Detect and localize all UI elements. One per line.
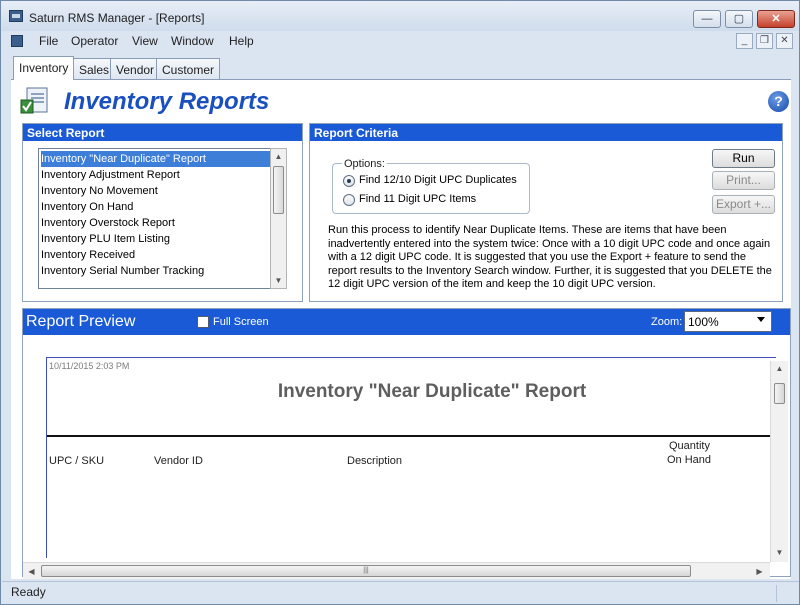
tab-inventory[interactable]: Inventory [13,56,75,80]
preview-canvas[interactable]: 10/11/2015 2:03 PM Inventory "Near Dupli… [23,335,790,579]
app-window: Saturn RMS Manager - [Reports] — ▢ ✕ Fil… [0,0,800,605]
list-item[interactable]: Inventory No Movement [41,183,270,199]
column-header-description: Description [347,455,403,467]
report-criteria-panel: Report Criteria Options: Find 12/10 Digi… [309,123,783,302]
report-list[interactable]: Inventory "Near Duplicate" Report Invent… [38,148,287,289]
report-description: Run this process to identify Near Duplic… [328,224,772,290]
tab-sales[interactable]: Sales [73,58,116,79]
column-header-upc: UPC / SKU [49,455,105,467]
full-screen-checkbox[interactable] [197,316,209,328]
report-title: Inventory "Near Duplicate" Report [277,381,587,402]
mdi-minimize-button[interactable]: _ [736,33,753,49]
scroll-left-icon[interactable]: ◀ [24,564,39,579]
list-item[interactable]: Inventory Received [41,247,270,263]
preview-title: Report Preview [26,313,136,330]
mdi-restore-button[interactable]: ❐ [756,33,773,49]
report-header-rule [47,435,777,437]
page-title: Inventory Reports [64,88,270,115]
run-button[interactable]: Run [712,149,775,168]
report-timestamp: 10/11/2015 2:03 PM [49,361,130,371]
list-item[interactable]: Inventory Overstock Report [41,215,270,231]
title-bar: Saturn RMS Manager - [Reports] — ▢ ✕ [1,1,799,31]
export-button[interactable]: Export +... [712,195,775,214]
report-preview-panel: Report Preview Full Screen Zoom: 100% 10… [22,308,791,579]
menu-file[interactable]: File [39,34,58,48]
menu-view[interactable]: View [132,34,158,48]
scroll-up-icon[interactable]: ▲ [772,361,787,376]
options-group [332,163,530,214]
list-item[interactable]: Inventory Serial Number Tracking [41,263,270,279]
inventory-reports-logo-icon [20,87,48,114]
radio-button[interactable] [343,175,355,187]
scroll-right-icon[interactable]: ▶ [752,564,767,579]
menu-window[interactable]: Window [171,34,214,48]
chevron-down-icon[interactable] [757,317,765,322]
scroll-down-icon[interactable]: ▼ [772,545,787,560]
scroll-up-icon[interactable]: ▲ [271,149,286,164]
mdi-close-button[interactable]: ✕ [776,33,793,49]
options-label: Options: [342,158,387,170]
preview-toolbar: Report Preview Full Screen Zoom: 100% [23,309,790,335]
tab-customer[interactable]: Customer [156,58,221,79]
list-item[interactable]: Inventory "Near Duplicate" Report [41,151,270,167]
report-page: 10/11/2015 2:03 PM Inventory "Near Dupli… [46,357,777,558]
radio-button[interactable] [343,194,355,206]
print-button[interactable]: Print... [712,171,775,190]
menu-help[interactable]: Help [229,34,254,48]
scrollbar-thumb[interactable]: ||| [41,565,691,577]
maximize-button[interactable]: ▢ [725,10,753,28]
help-icon[interactable]: ? [768,91,789,112]
select-report-panel: Select Report Inventory "Near Duplicate"… [22,123,303,302]
inventory-tab-panel: Inventory Reports ? Select Report Invent… [11,80,791,579]
tab-vendor[interactable]: Vendor [110,58,161,79]
radio-label[interactable]: Find 11 Digit UPC Items [359,193,476,205]
menu-bar: File Operator View Window Help _ ❐ ✕ [2,31,799,51]
preview-vertical-scrollbar[interactable]: ▲ ▼ [770,361,788,562]
select-report-title: Select Report [23,124,302,141]
scrollbar-thumb[interactable] [273,166,284,214]
radio-label[interactable]: Find 12/10 Digit UPC Duplicates [359,174,517,186]
menu-operator[interactable]: Operator [71,34,118,48]
minimize-button[interactable]: — [693,10,721,28]
list-item[interactable]: Inventory PLU Item Listing [41,231,270,247]
report-criteria-title: Report Criteria [310,124,782,141]
column-header-quantity: Quantity [669,440,710,452]
zoom-label: Zoom: [651,316,683,328]
scroll-down-icon[interactable]: ▼ [271,273,286,288]
status-pane [776,585,796,602]
status-text: Ready [11,585,46,599]
close-button[interactable]: ✕ [757,10,795,28]
list-item[interactable]: Inventory Adjustment Report [41,167,270,183]
window-title: Saturn RMS Manager - [Reports] [29,11,205,25]
app-icon[interactable] [9,10,23,22]
report-list-scrollbar[interactable]: ▲ ▼ [270,148,287,289]
column-header-vendor: Vendor ID [154,455,203,467]
preview-horizontal-scrollbar[interactable]: ◀ ||| ▶ [23,562,770,579]
document-icon[interactable] [11,35,23,47]
scrollbar-thumb[interactable] [774,383,785,404]
list-item[interactable]: Inventory On Hand [41,199,270,215]
full-screen-label[interactable]: Full Screen [213,316,269,328]
status-bar: Ready [2,581,799,604]
column-header-on-hand: On Hand [667,454,712,466]
